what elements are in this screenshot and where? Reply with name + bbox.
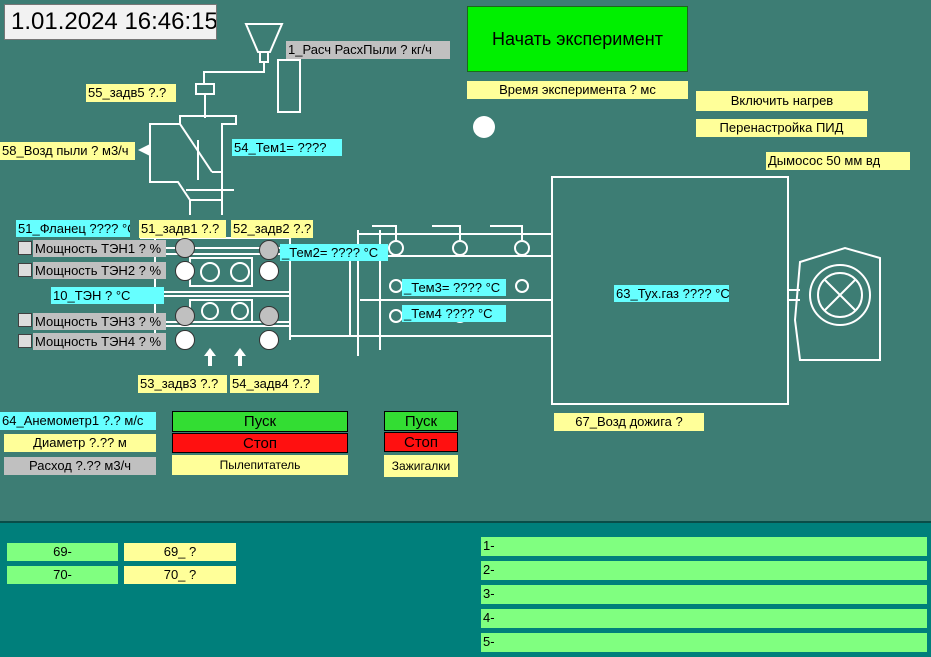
- valve3-label: 53_задв3 ?.?: [138, 375, 227, 393]
- valve4-label: 54_задв4 ?.?: [230, 375, 319, 393]
- param69-label: 69-: [7, 543, 118, 561]
- feeder-label: Пылепитатель: [172, 455, 348, 475]
- message-line-4: 4-: [481, 609, 927, 628]
- diameter-label: Диаметр ?.?? м: [4, 434, 156, 452]
- heater4-power-label: Мощность ТЭН4 ? %: [33, 333, 166, 350]
- message-line-2: 2-: [481, 561, 927, 580]
- valve-indicator: [175, 261, 195, 281]
- valve-indicator: [175, 330, 195, 350]
- heater3-power-label: Мощность ТЭН3 ? %: [33, 313, 166, 330]
- heater1-power-label: Мощность ТЭН1 ? %: [33, 240, 166, 257]
- valve-indicator: [259, 330, 279, 350]
- anemometer-label: 64_Анемометр1 ?.? м/с: [0, 412, 156, 430]
- valve-indicator: [259, 306, 279, 326]
- afterburn-air-label: 67_Возд дожига ?: [554, 413, 704, 431]
- valve-indicator: [259, 261, 279, 281]
- igniters-start-button[interactable]: Пуск: [384, 411, 458, 431]
- igniters-label: Зажигалки: [384, 455, 458, 477]
- param69-value: 69_ ?: [124, 543, 236, 561]
- valve-indicator: [175, 238, 195, 258]
- message-line-3: 3-: [481, 585, 927, 604]
- temp1-label: 54_Тем1= ????: [232, 139, 342, 156]
- igniters-stop-button[interactable]: Стоп: [384, 432, 458, 452]
- flange-temp-label: 51_Фланец ???? °С: [16, 220, 130, 237]
- param70-value: 70_ ?: [124, 566, 236, 584]
- temp3-label: _Тем3= ???? °С: [402, 279, 506, 296]
- ten10-temp-label: 10_ТЭН ? °С: [51, 287, 164, 304]
- status-panel: 69- 69_ ? 70- 70_ ? 1- 2- 3- 4- 5-: [0, 521, 931, 657]
- feeder-stop-button[interactable]: Стоп: [172, 433, 348, 453]
- valve-indicator: [259, 240, 279, 260]
- feeder-start-button[interactable]: Пуск: [172, 411, 348, 432]
- temp4-label: _Тем4 ???? °С: [402, 305, 506, 322]
- heater4-checkbox[interactable]: [18, 334, 32, 348]
- heater2-power-label: Мощность ТЭН2 ? %: [33, 262, 166, 279]
- heater1-checkbox[interactable]: [18, 241, 32, 255]
- dust-flow-calc-label: 1_Расч РасхПыли ? кг/ч: [286, 41, 450, 59]
- heater2-checkbox[interactable]: [18, 263, 32, 277]
- param70-label: 70-: [7, 566, 118, 584]
- message-line-5: 5-: [481, 633, 927, 652]
- temp2-label: _Тем2= ???? °С: [280, 244, 388, 261]
- valve-indicator: [175, 306, 195, 326]
- dust-air-label: 58_Возд пыли ? м3/ч: [0, 142, 135, 160]
- valve1-label: 51_задв1 ?.?: [139, 220, 226, 238]
- valve5-label: 55_задв5 ?.?: [86, 84, 176, 102]
- flow-rate-label: Расход ?.?? м3/ч: [4, 457, 156, 475]
- heater3-checkbox[interactable]: [18, 313, 32, 327]
- message-line-1: 1-: [481, 537, 927, 556]
- flue-gas-temp-label: 63_Тух.газ ???? °С: [614, 285, 729, 302]
- valve2-label: 52_задв2 ?.?: [231, 220, 313, 238]
